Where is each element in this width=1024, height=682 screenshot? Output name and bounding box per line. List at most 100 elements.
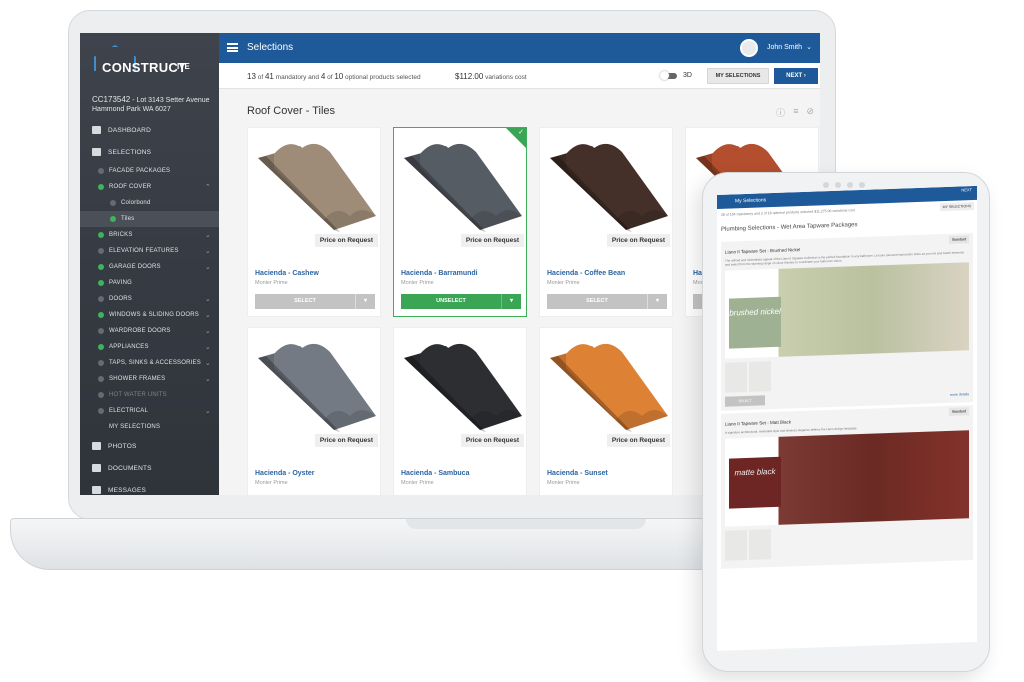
chevron-up-icon[interactable]: ⌃ [205,183,211,191]
sidebar-item[interactable]: WARDROBE DOORS ⌄ [80,323,219,339]
sidebar-item[interactable]: Tiles [80,211,219,227]
check-circle-icon [98,280,104,286]
chevron-down-icon[interactable]: ⌄ [205,247,211,255]
product-card[interactable]: Price on Request Hacienda - Sunset Monie… [539,327,673,495]
tablet-title: My Selections [735,197,767,205]
chevron-down-icon[interactable]: ⌄ [205,231,211,239]
sidebar: CONSTRUCT IVE CC173542 - Lot 3143 Setter… [80,33,219,495]
thumbnail[interactable] [725,529,747,561]
tablet-my-selections-button[interactable]: MY SELECTIONS [939,202,974,212]
chevron-down-icon[interactable]: ⌄ [205,343,211,351]
dropdown-caret-icon[interactable]: ▾ [501,294,521,309]
hide-icon[interactable]: ⊘ [806,106,814,119]
unselect-button[interactable]: UNSELECT ▾ [401,294,521,309]
product-card[interactable]: Price on Request Hacienda - Cashew Monie… [247,127,381,317]
sidebar-item-label: WINDOWS & SLIDING DOORS [109,312,199,318]
select-button[interactable]: SELECT▾ [255,294,375,309]
sidebar-item[interactable]: SHOWER FRAMES ⌄ [80,371,219,387]
product-name[interactable]: Hacienda - Sambuca [401,470,469,477]
tablet-frame: My Selections NEXT 28 of 104 mandatory an… [702,172,990,672]
next-button[interactable]: NEXT › [774,68,818,84]
sidebar-item-selections[interactable]: SELECTIONS [80,141,219,163]
thumbnail[interactable] [749,361,771,392]
pending-circle-icon [110,200,116,206]
chevron-down-icon[interactable]: ⌄ [205,311,211,319]
sidebar-item-documents[interactable]: DOCUMENTS [80,457,219,479]
check-circle-icon [110,216,116,222]
sidebar-item[interactable]: HOT WATER UNITS [80,387,219,403]
chevron-down-icon[interactable]: ⌄ [205,375,211,383]
sidebar-item-label: DOCUMENTS [108,464,152,472]
sidebar-item[interactable]: PAVING [80,275,219,291]
product-card[interactable]: Price on Request Hacienda - Coffee Bean … [539,127,673,317]
sidebar-item[interactable]: ROOF COVER ⌃ [80,179,219,195]
sidebar-item-label: Tiles [121,216,135,222]
sidebar-item-label: ELEVATION FEATURES [109,248,179,254]
sidebar-item[interactable]: WINDOWS & SLIDING DOORS ⌄ [80,307,219,323]
check-circle-icon [98,312,104,318]
sidebar-item[interactable]: Colorbond [80,195,219,211]
info-icon[interactable]: ⓘ [776,106,785,119]
sidebar-item[interactable]: MY SELECTIONS [80,419,219,435]
price-label: Price on Request [606,434,670,447]
chevron-down-icon[interactable]: ⌄ [205,327,211,335]
3d-toggle[interactable] [660,71,677,80]
price-label: Price on Request [314,234,378,247]
avatar[interactable] [740,39,758,57]
product-name[interactable]: Hacienda - Cashew [255,270,319,277]
product-name[interactable]: Hacienda - Sunset [547,470,608,477]
tablet-select-button[interactable]: SELECT [725,395,765,407]
sidebar-item[interactable]: ELEVATION FEATURES ⌄ [80,243,219,259]
chevron-down-icon[interactable]: ⌄ [205,295,211,303]
chevron-down-icon[interactable]: ⌄ [205,263,211,271]
more-details-link[interactable]: more details [950,392,969,397]
dropdown-caret-icon[interactable]: ▾ [647,294,667,309]
chevron-down-icon[interactable]: ⌄ [205,359,211,367]
product-name[interactable]: Hacienda - Coffee Bean [547,270,625,277]
sidebar-item-label: HOT WATER UNITS [109,392,167,398]
sidebar-item-photos[interactable]: PHOTOS [80,435,219,457]
product-card[interactable]: Price on Request Hacienda - Oyster Monie… [247,327,381,495]
pending-circle-icon [98,168,104,174]
roof-tile-image [404,143,522,232]
product-card[interactable]: Price on Request Hacienda - Sambuca Moni… [393,327,527,495]
tablet-next-button[interactable]: NEXT [961,187,972,192]
product-name[interactable]: Hacienda - Oyster [255,470,315,477]
my-selections-button[interactable]: MY SELECTIONS [707,68,769,84]
dropdown-caret-icon[interactable]: ▾ [355,294,375,309]
sidebar-item[interactable]: TAPS, SINKS & ACCESSORIES ⌄ [80,355,219,371]
sidebar-item-messages[interactable]: MESSAGES [80,479,219,495]
price-label: Price on Request [606,234,670,247]
sidebar-item[interactable]: DOORS ⌄ [80,291,219,307]
logo-suffix: IVE [177,62,190,71]
product-card[interactable]: Price on Request Hacienda - Barramundi M… [393,127,527,317]
sidebar-item[interactable]: APPLIANCES ⌄ [80,339,219,355]
filter-icon[interactable]: ≡ [793,106,798,119]
price-label: Price on Request [314,434,378,447]
sidebar-item-label: PHOTOS [108,442,137,450]
sidebar-item[interactable]: GARAGE DOORS ⌄ [80,259,219,275]
thumbnail[interactable] [725,361,747,393]
status-bar: 13 of 41 mandatory and 4 of 10 optional … [219,63,820,89]
tablet-product-card: Standard Liano II Tapware Set - Matt Bla… [721,405,973,569]
product-name[interactable]: Hacienda - Barramundi [401,270,478,277]
thumbnail[interactable] [749,529,771,560]
roof-tile-image [404,343,522,432]
sidebar-item-dashboard[interactable]: DASHBOARD [80,119,219,141]
sidebar-item[interactable]: FACADE PACKAGES [80,163,219,179]
product-brand: Monier Prime [255,280,288,286]
user-name[interactable]: John Smith [767,44,802,51]
sidebar-item[interactable]: ELECTRICAL ⌄ [80,403,219,419]
sidebar-item-label: DASHBOARD [108,126,151,134]
sidebar-item-label: WARDROBE DOORS [109,328,171,334]
chevron-down-icon[interactable]: ⌄ [205,407,211,415]
sidebar-item-label: ELECTRICAL [109,408,149,414]
sidebar-item[interactable]: BRICKS ⌄ [80,227,219,243]
3d-label: 3D [683,72,692,79]
chevron-down-icon[interactable]: ⌄ [806,43,812,51]
menu-icon[interactable] [227,43,238,52]
roof-tile-image [550,343,668,432]
product-brand: Monier Prime [547,480,580,486]
select-button[interactable]: SELECT▾ [547,294,667,309]
page-title: Roof Cover - Tiles [247,105,336,117]
